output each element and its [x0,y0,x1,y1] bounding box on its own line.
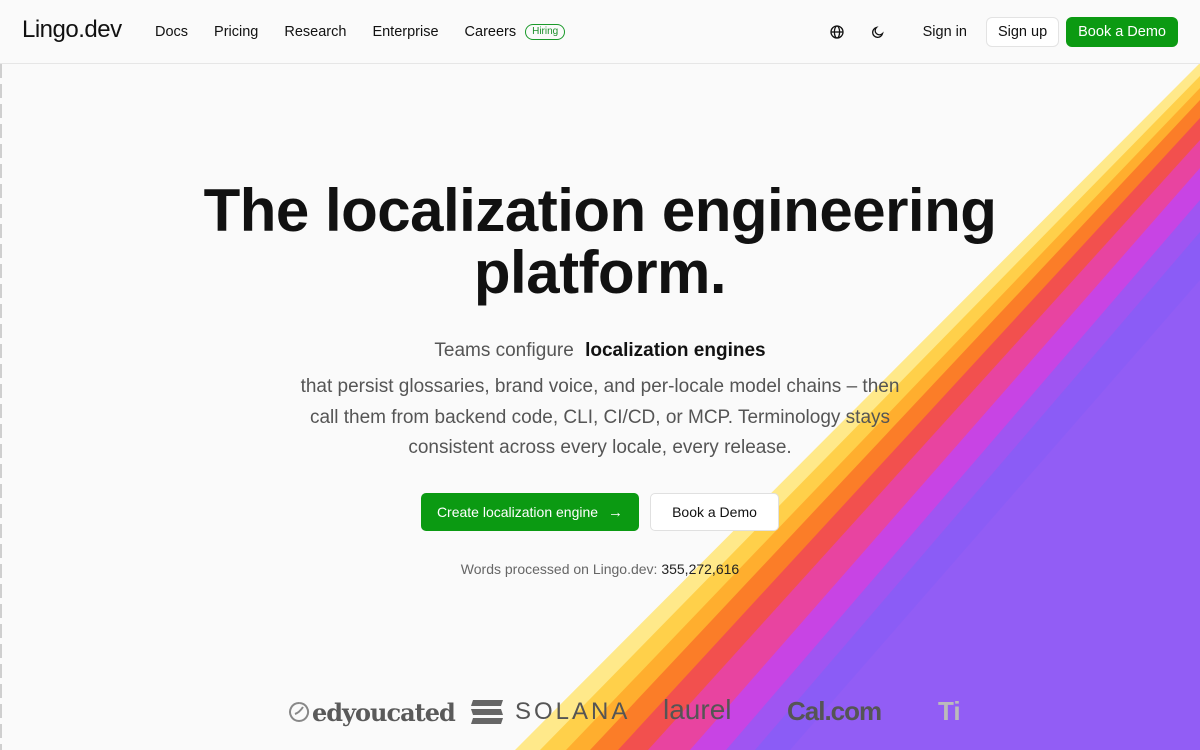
book-demo-button[interactable]: Book a Demo [1066,17,1178,47]
site-logo[interactable]: Lingo.dev [22,16,122,44]
hero-description: that persist glossaries, brand voice, an… [300,376,900,458]
nav-research[interactable]: Research [284,24,346,40]
hero-section: The localization engineering platform. T… [0,0,1200,750]
hero-subtitle-lead: Teams configure localization engines [0,340,1200,362]
words-counter-label: Words processed on Lingo.dev: [460,561,658,577]
logo-laurel: laurel [663,694,732,725]
logo-solana-text: SOLANA [515,698,631,725]
moon-icon[interactable] [868,22,888,42]
sign-in-link[interactable]: Sign in [923,24,967,40]
header-actions: Sign in Sign up Book a Demo [827,0,1178,64]
customer-logos: edyoucated SOLANA laurel Cal.com Ti [0,690,1200,740]
solana-mark-icon [471,700,503,724]
nav-careers[interactable]: Careers Hiring [465,24,566,40]
hero-title: The localization engineering platform. [203,177,997,306]
create-engine-button[interactable]: Create localization engine → [421,493,639,531]
logo-edyoucated-text: edyoucated [312,698,456,727]
hero-subtitle-highlight: localization engines [585,340,766,361]
book-demo-secondary-button[interactable]: Book a Demo [650,493,779,531]
nav-careers-label: Careers [464,24,517,40]
nav-enterprise[interactable]: Enterprise [372,24,438,40]
logo-edyoucated: edyoucated [286,698,456,727]
logo-solana: SOLANA [469,698,630,726]
create-engine-label: Create localization engine [436,504,599,520]
logo-partial: Ti [938,696,961,726]
arrow-right-icon: → [608,503,624,521]
main-nav: Docs Pricing Research Enterprise Careers… [155,0,591,64]
top-nav-bar: Lingo.dev Docs Pricing Research Enterpri… [0,0,1200,64]
words-counter: Words processed on Lingo.dev: 355,272,61… [0,561,1200,577]
words-counter-value: 355,272,616 [661,561,740,577]
globe-icon[interactable] [827,22,847,42]
edyoucated-mark-icon [289,701,310,722]
sign-up-button[interactable]: Sign up [985,17,1060,47]
hero-subtitle-lead-text: Teams configure [434,340,574,361]
nav-pricing[interactable]: Pricing [214,24,258,40]
hiring-badge: Hiring [525,24,566,40]
nav-docs[interactable]: Docs [155,24,188,40]
logo-calcom: Cal.com [787,696,882,726]
